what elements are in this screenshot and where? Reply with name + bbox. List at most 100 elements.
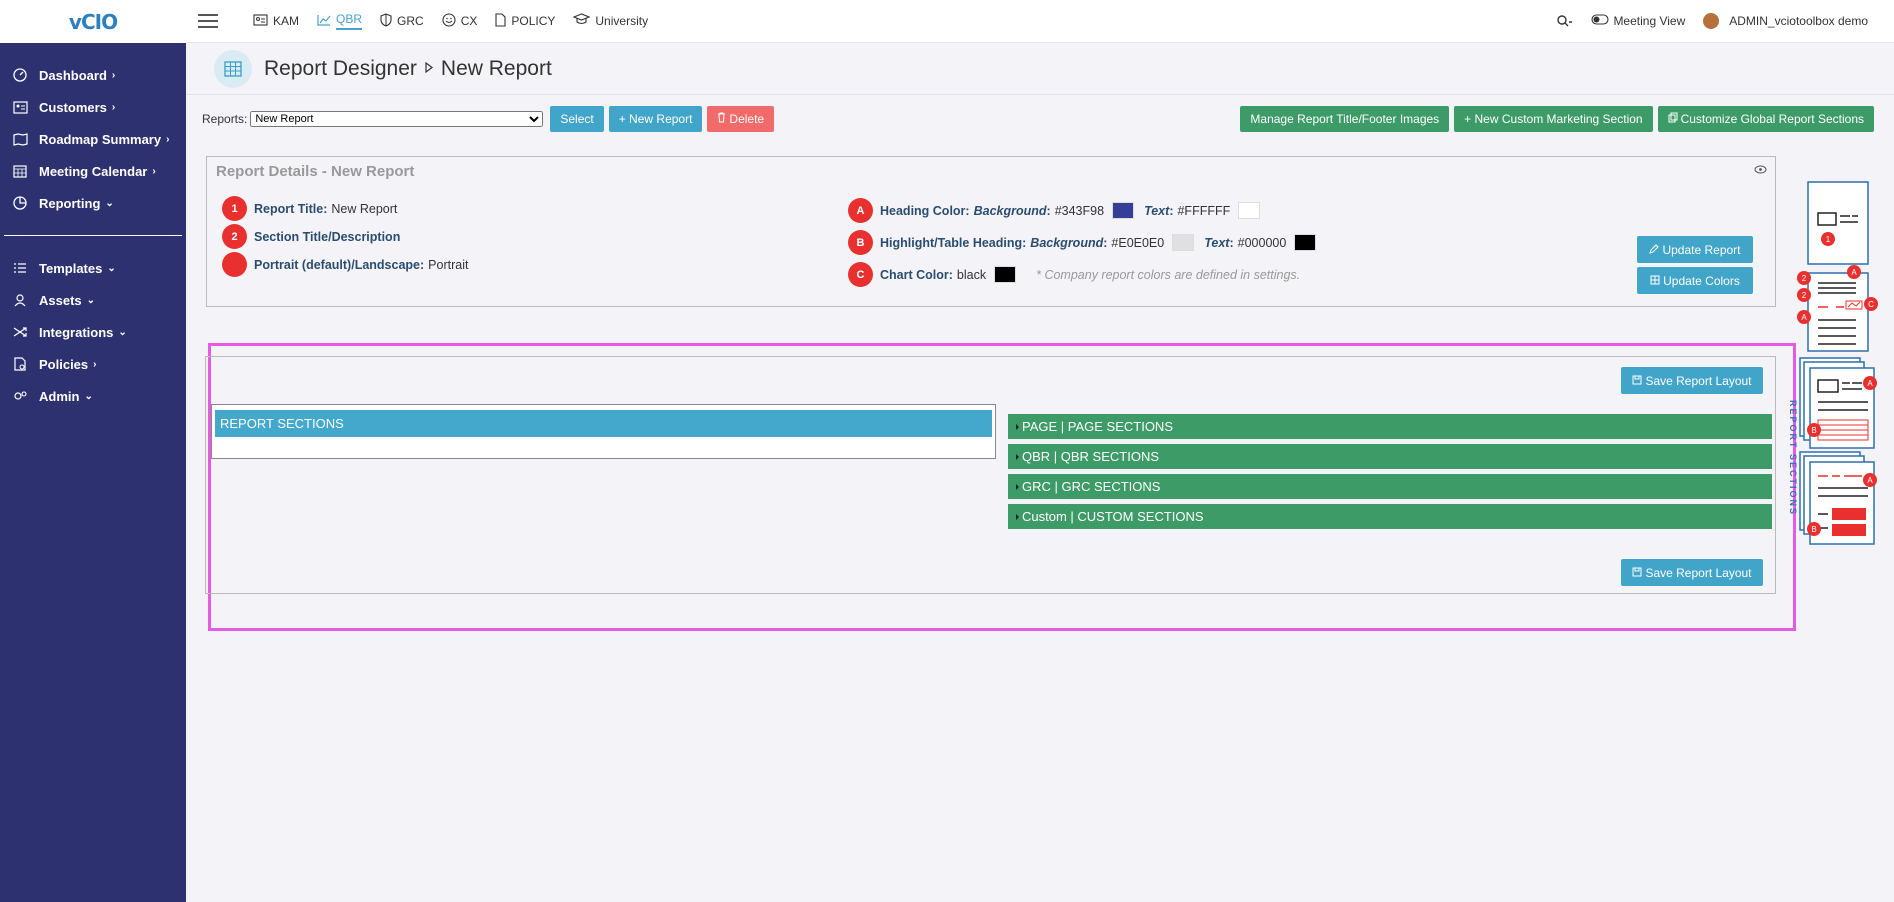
chart-color-swatch [994, 266, 1017, 283]
hamburger-menu-icon[interactable] [198, 10, 218, 32]
heading-color-label: Heading Color: [880, 203, 970, 218]
report-details-panel: Report Details - New Report 1 Report Tit… [206, 156, 1776, 307]
delete-button[interactable]: Delete [707, 106, 775, 132]
section-group-custom[interactable]: Custom | CUSTOM SECTIONS [1008, 504, 1772, 529]
tab-label: CX [460, 14, 478, 28]
svg-text:A: A [1801, 313, 1807, 322]
orientation-label: Portrait (default)/Landscape: [254, 257, 425, 272]
customize-global-report-sections-button[interactable]: Customize Global Report Sections [1657, 106, 1874, 132]
sidebar-item-templates[interactable]: Templates ⌄ [0, 252, 186, 284]
section-group-grc[interactable]: GRC | GRC SECTIONS [1008, 474, 1772, 499]
sidebar-item-meeting-calendar[interactable]: Meeting Calendar › [0, 155, 186, 187]
svg-text:1: 1 [1826, 235, 1831, 244]
select-button[interactable]: Select [550, 106, 604, 132]
background-label-text: Background [973, 203, 1047, 218]
sidebar-item-assets[interactable]: Assets ⌄ [0, 284, 186, 316]
meeting-view-toggle[interactable]: Meeting View [1591, 14, 1685, 28]
logo-text: vCIO [68, 9, 118, 34]
grc-icon [380, 12, 392, 30]
chevron-right-icon: › [93, 358, 97, 370]
available-sections-list: PAGE | PAGE SECTIONS QBR | QBR SECTIONS … [1008, 414, 1772, 534]
sidebar-item-label: Reporting [39, 195, 101, 211]
report-sections-panel[interactable]: REPORT SECTIONS [211, 404, 996, 459]
tab-grc[interactable]: GRC [371, 0, 433, 43]
sidebar-item-admin[interactable]: Admin ⌄ [0, 380, 186, 412]
heading-text-value: #FFFFFF [1177, 203, 1231, 218]
tab-label: University [595, 14, 649, 28]
customers-icon [11, 98, 29, 116]
tab-label: POLICY [511, 14, 556, 28]
dashboard-icon [11, 66, 29, 84]
tab-kam[interactable]: KAM [244, 0, 308, 43]
background-label: Background: [973, 203, 1051, 218]
company-colors-note: * Company report colors are defined in s… [1036, 267, 1301, 282]
user-name: ADMIN_vciotoolbox demo [1729, 14, 1868, 28]
avatar [1703, 13, 1720, 29]
tab-qbr[interactable]: QBR [308, 0, 371, 43]
report-title-row: 1 Report Title: New Report [222, 196, 397, 221]
highlight-text-value: #000000 [1237, 235, 1287, 250]
section-group-qbr[interactable]: QBR | QBR SECTIONS [1008, 444, 1772, 469]
sidebar-item-integrations[interactable]: Integrations ⌄ [0, 316, 186, 348]
text-label: Text: [1144, 203, 1174, 218]
chart-color-label: Chart Color: [880, 267, 953, 282]
new-custom-marketing-section-button[interactable]: + New Custom Marketing Section [1454, 106, 1653, 132]
tab-label: GRC [397, 14, 424, 28]
chevron-right-icon: › [166, 133, 170, 145]
policy-icon [495, 12, 506, 30]
tab-cx[interactable]: CX [433, 0, 487, 43]
orientation-value: Portrait [428, 257, 469, 272]
meeting-view-label: Meeting View [1613, 14, 1686, 28]
toolbar-right: Manage Report Title/Footer Images + New … [1240, 106, 1874, 132]
trash-icon [717, 112, 726, 126]
report-designer-icon [214, 49, 252, 88]
calendar-icon [11, 162, 29, 180]
search-icon[interactable] [1557, 14, 1573, 28]
update-report-label: Update Report [1662, 242, 1741, 257]
new-report-button[interactable]: + New Report [608, 106, 703, 132]
report-title-label: Report Title: [254, 201, 328, 216]
sidebar-item-customers[interactable]: Customers › [0, 91, 186, 123]
heading-text-swatch [1238, 202, 1261, 219]
sidebar-item-label: Integrations [39, 324, 114, 340]
logo[interactable]: vCIO [0, 0, 186, 43]
sidebar-item-policies[interactable]: Policies › [0, 348, 186, 380]
update-report-button[interactable]: Update Report [1637, 236, 1753, 263]
save-report-layout-label: Save Report Layout [1645, 565, 1752, 580]
reports-select[interactable]: New Report [250, 111, 544, 127]
chevron-down-icon: ⌄ [86, 294, 96, 306]
tab-university[interactable]: University [564, 0, 657, 43]
svg-text:A: A [1867, 379, 1873, 388]
sidebar-divider [4, 235, 182, 236]
user-menu[interactable]: ADMIN_vciotoolbox demo [1703, 13, 1868, 29]
reporting-icon [11, 194, 29, 212]
save-report-layout-button-top[interactable]: Save Report Layout [1621, 367, 1763, 394]
svg-text:B: B [1811, 525, 1816, 534]
save-report-layout-button-bottom[interactable]: Save Report Layout [1621, 559, 1763, 586]
page-subtitle-text: New Report [440, 56, 552, 80]
text-label-text: Text [1144, 203, 1170, 218]
report-title-value: New Report [331, 201, 398, 216]
delete-label: Delete [729, 112, 765, 126]
svg-text:C: C [1868, 300, 1874, 309]
tab-policy[interactable]: POLICY [486, 0, 564, 43]
update-colors-button[interactable]: Update Colors [1637, 267, 1753, 294]
copy-icon [1668, 112, 1678, 126]
policies-icon [11, 355, 29, 373]
highlight-text-swatch [1294, 234, 1317, 251]
sidebar-item-roadmap-summary[interactable]: Roadmap Summary › [0, 123, 186, 155]
highlight-label: Highlight/Table Heading: [880, 235, 1027, 250]
chevron-down-icon: ⌄ [118, 326, 127, 338]
manage-title-footer-images-button[interactable]: Manage Report Title/Footer Images [1240, 106, 1450, 132]
text-label: Text: [1204, 235, 1234, 250]
text-label-text: Text [1204, 235, 1230, 250]
sidebar-item-label: Assets [39, 292, 82, 308]
section-group-page[interactable]: PAGE | PAGE SECTIONS [1008, 414, 1772, 439]
pencil-icon [1649, 243, 1660, 257]
chevron-right-icon: › [111, 69, 116, 81]
sidebar-item-reporting[interactable]: Reporting ⌄ [0, 187, 186, 219]
eye-toggle-icon[interactable] [1754, 165, 1767, 177]
save-icon [1632, 566, 1642, 580]
sidebar-item-dashboard[interactable]: Dashboard › [0, 59, 186, 91]
badge-a: A [848, 198, 873, 223]
